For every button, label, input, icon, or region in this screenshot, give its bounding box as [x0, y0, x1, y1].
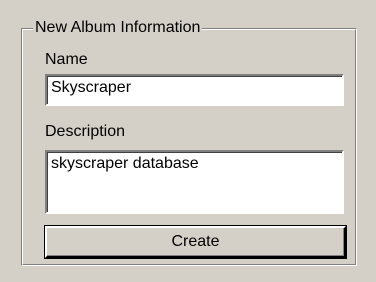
name-label: Name: [45, 51, 88, 68]
groupbox-title: New Album Information: [33, 18, 203, 38]
name-input-value: Skyscraper: [51, 79, 132, 96]
description-textarea[interactable]: skyscraper database: [45, 150, 344, 214]
description-textarea-value: skyscraper database: [51, 155, 199, 172]
description-label: Description: [45, 123, 126, 140]
name-input[interactable]: Skyscraper: [45, 74, 344, 106]
create-button[interactable]: Create: [44, 225, 347, 259]
